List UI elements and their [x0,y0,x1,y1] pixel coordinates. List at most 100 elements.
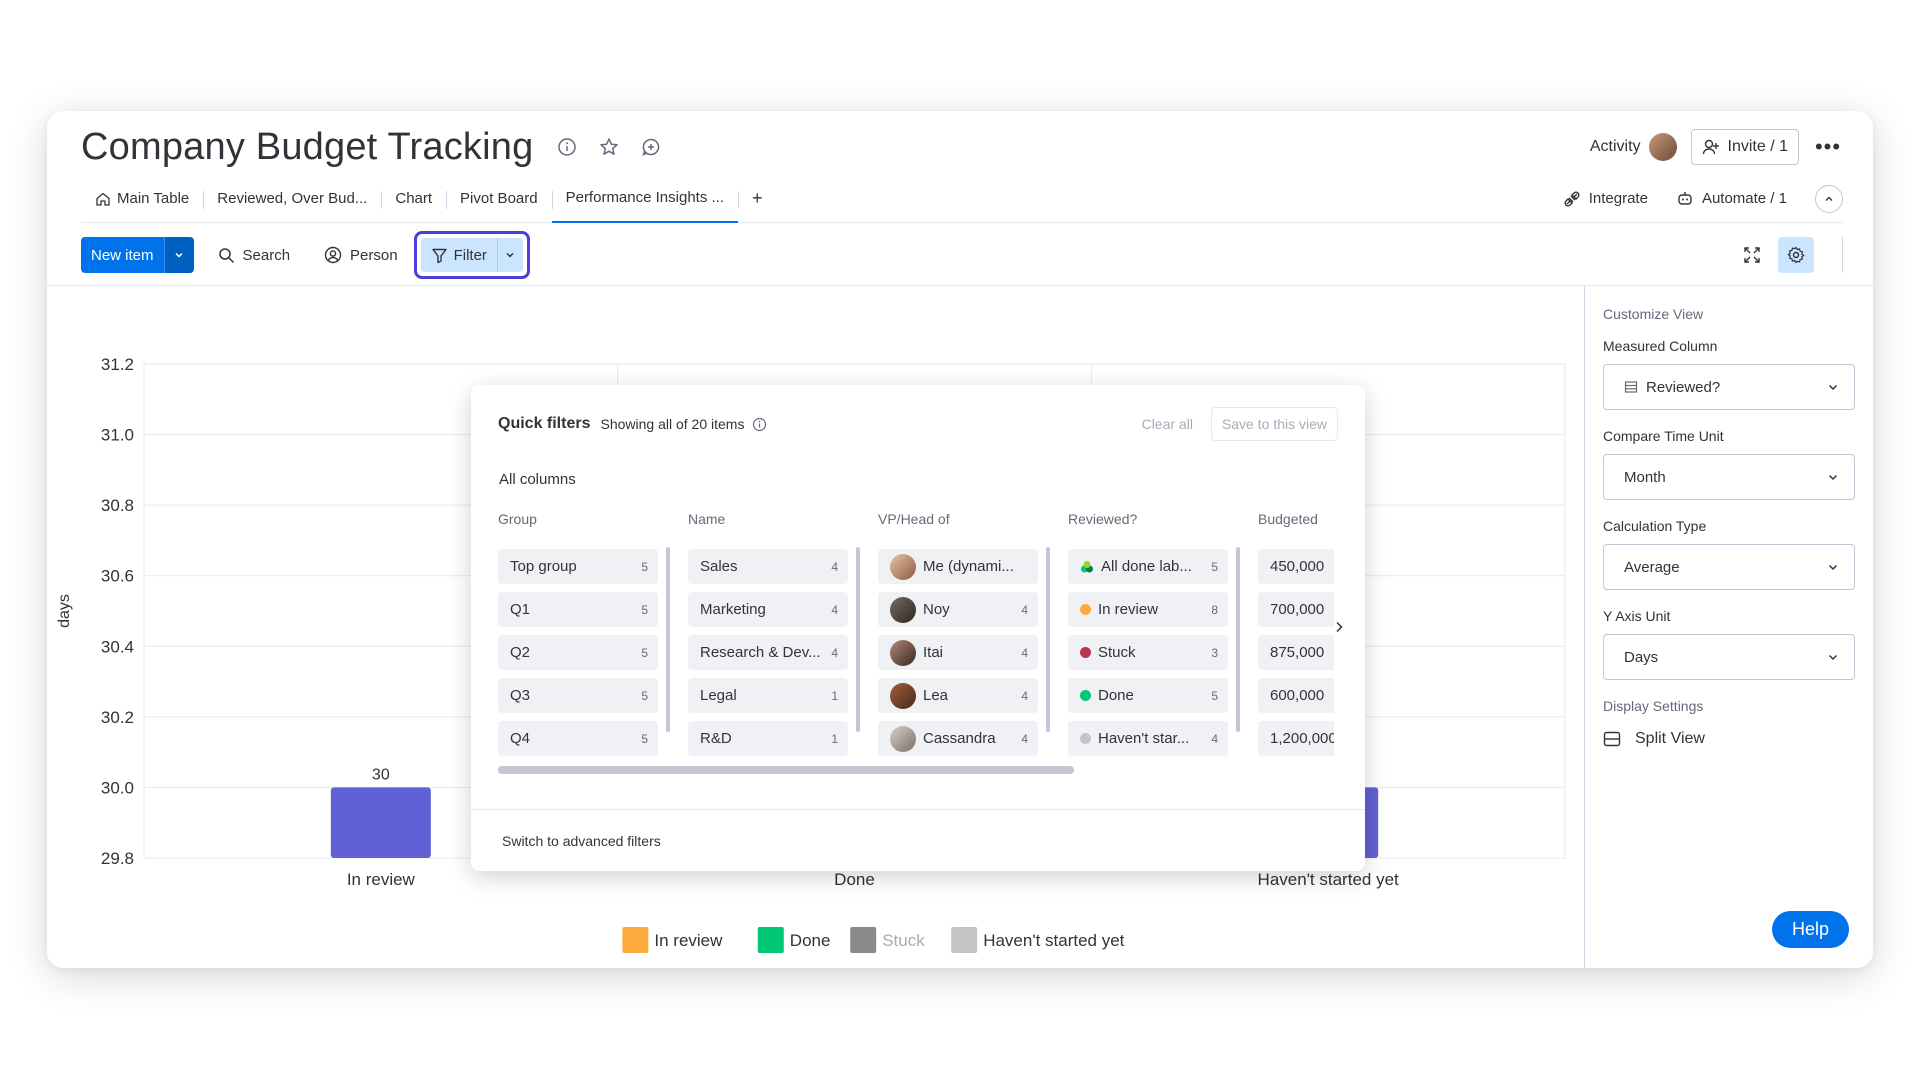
save-to-view-button[interactable]: Save to this view [1210,407,1338,441]
filter-chip[interactable]: Stuck 3 [1068,635,1228,670]
display-settings-heading: Display Settings [1603,698,1704,714]
chip-count: 4 [1211,731,1218,746]
filter-button[interactable]: Filter [421,247,497,264]
new-item-button[interactable]: New item [81,237,164,273]
status-dot [1080,647,1091,658]
chip-count: 3 [1211,645,1218,660]
chip-label: 700,000 [1270,601,1325,618]
chip-label: Top group [510,558,577,575]
y-axis-unit-select[interactable]: Days [1603,634,1855,680]
all-columns-heading: All columns [499,471,576,488]
new-item-dropdown[interactable] [163,237,194,273]
status-dot [1080,733,1091,744]
filter-chip[interactable]: Sales 4 [688,549,848,584]
filter-chip[interactable]: 1,200,000 [1258,721,1334,756]
activity-button[interactable]: Activity [1590,133,1677,161]
filter-chip[interactable]: In review 8 [1068,592,1228,627]
filter-chip[interactable]: Lea 4 [878,678,1038,713]
star-icon[interactable] [597,135,621,159]
tab-label: Pivot Board [460,190,538,207]
filter-dropdown[interactable] [496,238,523,272]
chevron-down-icon [1828,384,1838,391]
column-scrollbar[interactable] [1236,547,1240,732]
filter-chip[interactable]: Itai 4 [878,635,1038,670]
automate-label: Automate / 1 [1701,190,1787,207]
legend-swatch [850,927,877,953]
split-view-toggle[interactable]: Split View [1603,730,1855,748]
status-dot [1080,690,1091,701]
filter-chip[interactable]: 700,000 [1258,592,1334,627]
column-scrollbar[interactable] [856,547,860,732]
more-options-button[interactable]: ••• [1813,134,1843,160]
collapse-header-button[interactable] [1815,184,1843,213]
filter-chip[interactable]: Legal 1 [688,678,848,713]
calculation-type-select[interactable]: Average [1603,544,1855,590]
settings-button[interactable] [1778,237,1814,273]
legend-swatch [757,927,784,953]
tab-reviewed-over-budget[interactable]: Reviewed, Over Bud... [203,175,381,223]
filter-chip[interactable]: Q4 5 [498,721,658,756]
column-scrollbar[interactable] [666,547,670,732]
filter-chip[interactable]: Q1 5 [498,592,658,627]
add-view-button[interactable]: + [738,175,777,223]
info-icon[interactable] [555,135,579,159]
chip-label: Lea [923,687,949,704]
horizontal-scrollbar[interactable] [498,766,1074,774]
tab-label: Reviewed, Over Bud... [217,190,368,207]
person-filter-button[interactable]: Person [314,237,408,273]
avatar [890,639,916,666]
chip-count: 5 [641,731,648,746]
filter-chip[interactable]: 875,000 [1258,635,1334,670]
compare-time-unit-select[interactable]: Month [1603,454,1855,500]
filter-chip[interactable]: All done lab... 5 [1068,549,1228,584]
clear-all-button[interactable]: Clear all [1142,416,1193,432]
customize-view-panel: Customize View Measured Column Reviewed?… [1584,286,1873,968]
chevron-right-icon [1336,621,1343,633]
filter-chip[interactable]: R&D 1 [688,721,848,756]
y-tick-label: 29.8 [101,849,134,868]
filter-button-group: Filter [420,238,523,272]
column-header: Group [498,511,537,527]
tab-performance-insights[interactable]: Performance Insights ... [551,175,738,223]
filter-column-group: Group Top group 5 Q1 5 Q2 5 Q3 5 Q4 5 [498,511,670,756]
chip-label: Q2 [510,644,531,661]
quick-filters-popup: Quick filters Showing all of 20 items Cl… [471,385,1365,871]
search-button[interactable]: Search [208,237,301,273]
chip-label: Q3 [510,687,531,704]
filter-columns: Group Top group 5 Q1 5 Q2 5 Q3 5 Q4 5 Name Sa… [498,511,1334,756]
invite-button[interactable]: Invite / 1 [1690,129,1799,165]
filter-chip[interactable]: Cassandra 4 [878,721,1038,756]
scroll-right-button[interactable] [1331,619,1347,640]
chip-label: Stuck [1098,644,1136,661]
calculation-type-value: Average [1624,558,1680,576]
filter-chip[interactable]: 450,000 [1258,549,1334,584]
tab-pivot-board[interactable]: Pivot Board [446,175,552,223]
filter-chip[interactable]: Top group 5 [498,549,658,584]
measured-column-select[interactable]: Reviewed? [1603,364,1855,410]
filter-chip[interactable]: Me (dynami... [878,549,1038,584]
fullscreen-icon[interactable] [1740,243,1764,267]
info-icon[interactable] [752,417,767,432]
help-button[interactable]: Help [1771,911,1849,948]
filter-chip[interactable]: Q3 5 [498,678,658,713]
person-icon [324,246,342,264]
filter-chip[interactable]: 600,000 [1258,678,1334,713]
tab-main-table[interactable]: Main Table [81,175,203,223]
avatar [890,553,916,580]
tab-chart[interactable]: Chart [381,175,446,223]
column-scrollbar[interactable] [1046,547,1050,732]
tab-label: Chart [395,190,433,207]
chip-label: Done [1098,687,1134,704]
advanced-filters-link[interactable]: Switch to advanced filters [471,809,1365,871]
y-tick-label: 31.2 [101,355,134,374]
automate-button[interactable]: Automate / 1 [1676,190,1787,208]
filter-chip[interactable]: Noy 4 [878,592,1038,627]
filter-chip[interactable]: Research & Dev... 4 [688,635,848,670]
integrate-button[interactable]: Integrate [1563,190,1648,208]
filter-chip[interactable]: Q2 5 [498,635,658,670]
filter-chip[interactable]: Done 5 [1068,678,1228,713]
filter-chip[interactable]: Haven't star... 4 [1068,721,1228,756]
filter-chip[interactable]: Marketing 4 [688,592,848,627]
updates-icon[interactable] [639,135,663,159]
robot-icon [1678,191,1692,205]
